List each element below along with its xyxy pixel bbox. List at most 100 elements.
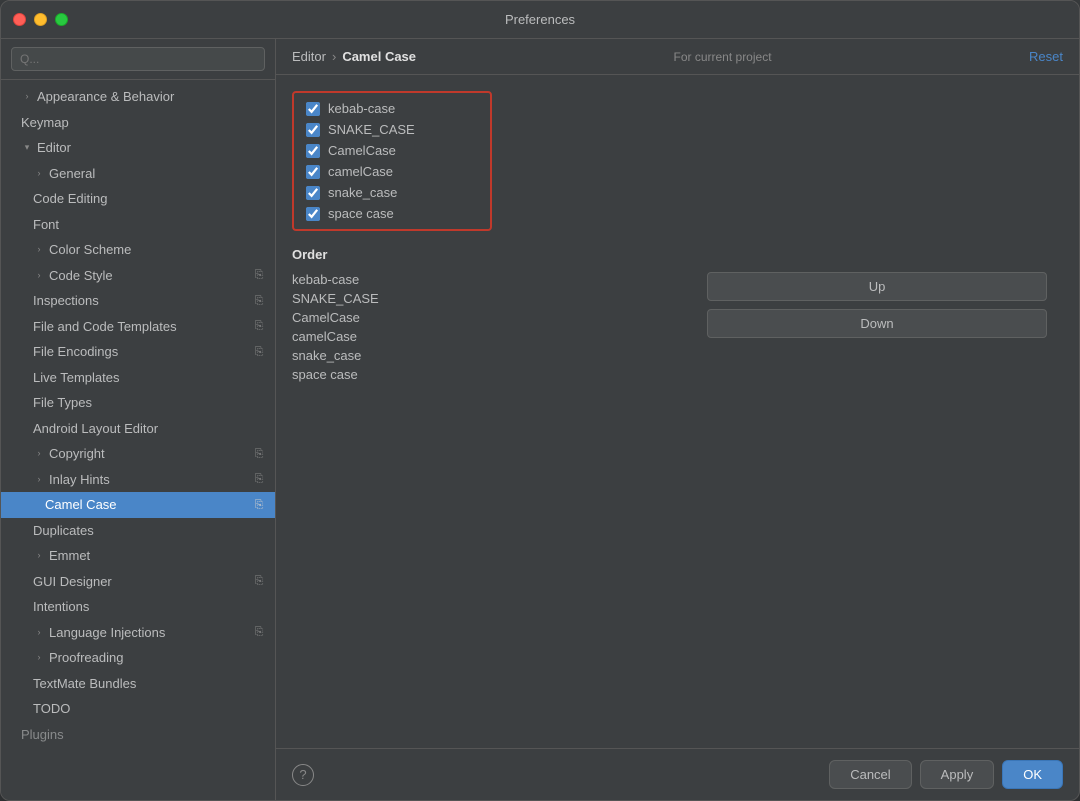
sidebar-item-todo[interactable]: TODO: [1, 696, 275, 722]
checkbox-space-case[interactable]: [306, 207, 320, 221]
order-label: Order: [292, 247, 1063, 262]
sidebar-item-file-encodings[interactable]: File Encodings ⎘: [1, 339, 275, 365]
chevron-icon: [33, 269, 45, 281]
sidebar-item-label: Copyright: [49, 444, 105, 464]
sidebar-item-intentions[interactable]: Intentions: [1, 594, 275, 620]
sidebar-item-code-style[interactable]: Code Style ⎘: [1, 263, 275, 289]
checkbox-item-camel-case-lower: camelCase: [306, 164, 478, 179]
sidebar-item-label: File and Code Templates: [33, 317, 177, 337]
title-bar: Preferences: [1, 1, 1079, 39]
chevron-icon: [33, 244, 45, 256]
copy-icon: ⎘: [251, 267, 267, 283]
sidebar-item-label: Duplicates: [33, 521, 94, 541]
sidebar-item-proofreading[interactable]: Proofreading: [1, 645, 275, 671]
sidebar-item-keymap[interactable]: Keymap: [1, 110, 275, 136]
breadcrumb-current: Camel Case: [342, 49, 416, 64]
order-item[interactable]: SNAKE_CASE: [292, 291, 379, 306]
sidebar-item-label: Intentions: [33, 597, 89, 617]
checkbox-label: kebab-case: [328, 101, 395, 116]
sidebar-item-label: Android Layout Editor: [33, 419, 158, 439]
reset-button[interactable]: Reset: [1029, 49, 1063, 64]
sidebar-item-plugins[interactable]: Plugins: [1, 722, 275, 748]
sidebar-item-label: Emmet: [49, 546, 90, 566]
checkbox-camel-case-lower[interactable]: [306, 165, 320, 179]
checkbox-item-kebab-case: kebab-case: [306, 101, 478, 116]
checkbox-label: space case: [328, 206, 394, 221]
sidebar-item-live-templates[interactable]: Live Templates: [1, 365, 275, 391]
sidebar-item-gui-designer[interactable]: GUI Designer ⎘: [1, 569, 275, 595]
sidebar-item-label: Code Editing: [33, 189, 107, 209]
order-item[interactable]: CamelCase: [292, 310, 379, 325]
checkbox-snake-case[interactable]: [306, 186, 320, 200]
chevron-icon: [33, 652, 45, 664]
sidebar-item-android-layout-editor[interactable]: Android Layout Editor: [1, 416, 275, 442]
ok-button[interactable]: OK: [1002, 760, 1063, 789]
sidebar-item-label: General: [49, 164, 95, 184]
order-list: kebab-case SNAKE_CASE CamelCase camelCas…: [292, 272, 379, 382]
window-title: Preferences: [505, 12, 575, 27]
checkbox-kebab-case[interactable]: [306, 102, 320, 116]
sidebar-item-label: Color Scheme: [49, 240, 131, 260]
minimize-button[interactable]: [34, 13, 47, 26]
sidebar-item-copyright[interactable]: Copyright ⎘: [1, 441, 275, 467]
search-input[interactable]: [11, 47, 265, 71]
bottom-actions: Cancel Apply OK: [829, 760, 1063, 789]
copy-icon: ⎘: [251, 573, 267, 589]
sidebar-item-appearance-behavior[interactable]: Appearance & Behavior: [1, 84, 275, 110]
sidebar-item-inspections[interactable]: Inspections ⎘: [1, 288, 275, 314]
cancel-button[interactable]: Cancel: [829, 760, 911, 789]
copy-icon: ⎘: [251, 471, 267, 487]
down-button[interactable]: Down: [707, 309, 1047, 338]
close-button[interactable]: [13, 13, 26, 26]
up-button[interactable]: Up: [707, 272, 1047, 301]
sidebar-item-code-editing[interactable]: Code Editing: [1, 186, 275, 212]
breadcrumb-parent: Editor: [292, 49, 326, 64]
checkbox-item-snake-case-upper: SNAKE_CASE: [306, 122, 478, 137]
sidebar-item-color-scheme[interactable]: Color Scheme: [1, 237, 275, 263]
preferences-window: Preferences Appearance & Behavior Keymap: [0, 0, 1080, 801]
sidebar-item-font[interactable]: Font: [1, 212, 275, 238]
content-area: Editor › Camel Case For current project …: [276, 39, 1079, 800]
sidebar-item-duplicates[interactable]: Duplicates: [1, 518, 275, 544]
help-button[interactable]: ?: [292, 764, 314, 786]
chevron-icon: [33, 473, 45, 485]
order-item[interactable]: kebab-case: [292, 272, 379, 287]
breadcrumb: Editor › Camel Case: [292, 49, 416, 64]
copy-icon: ⎘: [251, 344, 267, 360]
sidebar-item-label: File Types: [33, 393, 92, 413]
apply-button[interactable]: Apply: [920, 760, 995, 789]
checkbox-camel-case-upper[interactable]: [306, 144, 320, 158]
copy-icon: ⎘: [251, 318, 267, 334]
order-section: Order kebab-case SNAKE_CASE CamelCase ca…: [292, 247, 1063, 382]
sidebar-item-emmet[interactable]: Emmet: [1, 543, 275, 569]
checkbox-label: CamelCase: [328, 143, 396, 158]
sidebar-item-inlay-hints[interactable]: Inlay Hints ⎘: [1, 467, 275, 493]
checkbox-item-space-case: space case: [306, 206, 478, 221]
order-item[interactable]: camelCase: [292, 329, 379, 344]
order-item[interactable]: snake_case: [292, 348, 379, 363]
sidebar-item-label: TODO: [33, 699, 70, 719]
checkbox-label: snake_case: [328, 185, 397, 200]
sidebar-item-file-and-code-templates[interactable]: File and Code Templates ⎘: [1, 314, 275, 340]
checkbox-snake-case-upper[interactable]: [306, 123, 320, 137]
maximize-button[interactable]: [55, 13, 68, 26]
sidebar-item-label: Language Injections: [49, 623, 165, 643]
sidebar-item-general[interactable]: General: [1, 161, 275, 187]
copy-icon: ⎘: [251, 293, 267, 309]
bottom-bar: ? Cancel Apply OK: [276, 748, 1079, 800]
chevron-icon: [33, 550, 45, 562]
sidebar-item-label: Code Style: [49, 266, 113, 286]
sidebar-item-label: Camel Case: [45, 495, 117, 515]
sidebar-item-editor[interactable]: Editor: [1, 135, 275, 161]
sidebar-item-textmate-bundles[interactable]: TextMate Bundles: [1, 671, 275, 697]
copy-icon: ⎘: [251, 446, 267, 462]
sidebar-item-file-types[interactable]: File Types: [1, 390, 275, 416]
sidebar-item-camel-case[interactable]: Camel Case ⎘: [1, 492, 275, 518]
order-content-row: kebab-case SNAKE_CASE CamelCase camelCas…: [292, 272, 1063, 382]
traffic-lights: [13, 13, 68, 26]
main-layout: Appearance & Behavior Keymap Editor Gene…: [1, 39, 1079, 800]
sidebar-item-label: Appearance & Behavior: [37, 87, 174, 107]
order-item[interactable]: space case: [292, 367, 379, 382]
sidebar-item-language-injections[interactable]: Language Injections ⎘: [1, 620, 275, 646]
chevron-icon: [33, 448, 45, 460]
